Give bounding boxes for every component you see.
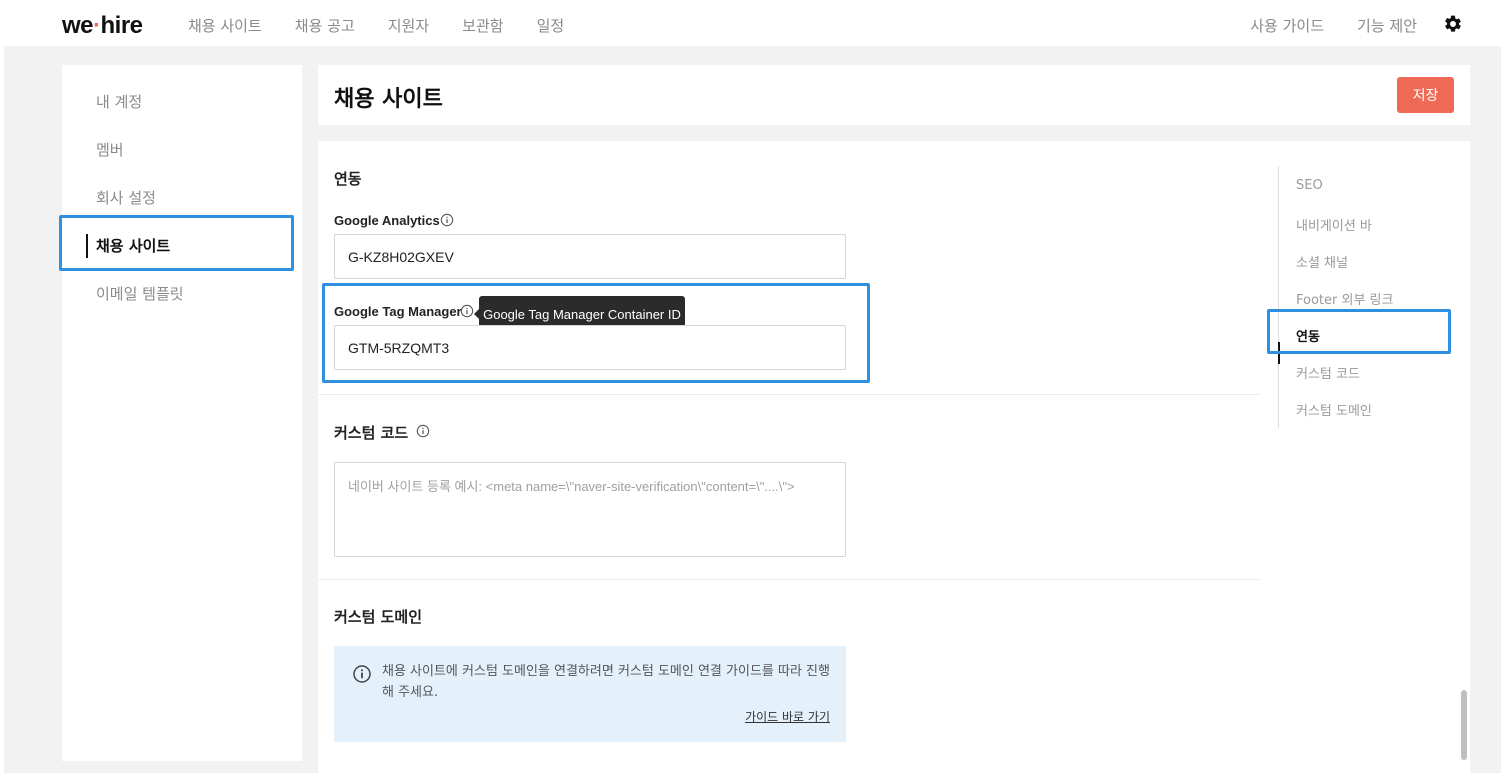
nav-right: 사용 가이드 기능 제안 bbox=[1250, 15, 1417, 36]
section-divider bbox=[318, 579, 1260, 580]
toc-item-custom-domain[interactable]: 커스텀 도메인 bbox=[1296, 400, 1372, 419]
nav-schedule[interactable]: 일정 bbox=[537, 15, 565, 36]
section-toc: SEO 내비게이션 바 소셜 채널 Footer 외부 링크 연동 커스텀 코드… bbox=[1278, 166, 1458, 428]
logo[interactable]: we·hire bbox=[62, 12, 143, 40]
logo-dot: · bbox=[93, 12, 101, 39]
custom-domain-notice: 채용 사이트에 커스텀 도메인을 연결하려면 커스텀 도메인 연결 가이드를 따… bbox=[334, 646, 846, 742]
sidebar-active-indicator bbox=[86, 234, 88, 258]
nav-job-posts[interactable]: 채용 공고 bbox=[295, 15, 355, 36]
scrollbar-thumb[interactable] bbox=[1461, 690, 1467, 760]
page-header: 채용 사이트 저장 bbox=[318, 65, 1470, 125]
gtm-label: Google Tag Manager bbox=[334, 304, 462, 319]
nav-career-site[interactable]: 채용 사이트 bbox=[188, 15, 262, 36]
notice-text: 채용 사이트에 커스텀 도메인을 연결하려면 커스텀 도메인 연결 가이드를 따… bbox=[382, 664, 830, 700]
toc-item-custom-code[interactable]: 커스텀 코드 bbox=[1296, 363, 1360, 382]
ga-input[interactable]: G-KZ8H02GXEV bbox=[334, 234, 846, 279]
settings-sidebar: 내 계정 멤버 회사 설정 채용 사이트 이메일 템플릿 bbox=[62, 65, 302, 761]
section-title-custom-domain: 커스텀 도메인 bbox=[334, 608, 423, 626]
sidebar-item-email-templates[interactable]: 이메일 템플릿 bbox=[96, 283, 184, 304]
sidebar-item-company-settings[interactable]: 회사 설정 bbox=[96, 187, 156, 208]
sidebar-item-career-site[interactable]: 채용 사이트 bbox=[96, 235, 170, 256]
gtm-input[interactable]: GTM-5RZQMT3 bbox=[334, 325, 846, 370]
info-icon[interactable] bbox=[416, 424, 430, 438]
logo-hire: hire bbox=[100, 12, 144, 39]
toc-item-integration[interactable]: 연동 bbox=[1296, 326, 1320, 345]
page-title: 채용 사이트 bbox=[334, 87, 443, 112]
gear-icon[interactable] bbox=[1443, 14, 1463, 34]
guide-link[interactable]: 가이드 바로 가기 bbox=[745, 708, 830, 725]
section-title-custom-code: 커스텀 코드 bbox=[334, 424, 409, 442]
nav-applicants[interactable]: 지원자 bbox=[388, 15, 429, 36]
section-divider bbox=[318, 394, 1260, 395]
toc-item-navigation-bar[interactable]: 내비게이션 바 bbox=[1296, 215, 1372, 234]
nav-user-guide[interactable]: 사용 가이드 bbox=[1250, 15, 1324, 36]
top-nav: we·hire 채용 사이트 채용 공고 지원자 보관함 일정 사용 가이드 기… bbox=[4, 4, 1501, 46]
save-button[interactable]: 저장 bbox=[1397, 77, 1454, 113]
nav-feature-request[interactable]: 기능 제안 bbox=[1357, 15, 1417, 36]
settings-content: 연동 Google Analytics G-KZ8H02GXEV Google … bbox=[318, 141, 1470, 773]
main-nav: 채용 사이트 채용 공고 지원자 보관함 일정 bbox=[188, 15, 564, 36]
toc-item-social-channels[interactable]: 소셜 채널 bbox=[1296, 252, 1348, 271]
info-icon[interactable] bbox=[440, 213, 454, 227]
section-title-integration: 연동 bbox=[334, 170, 362, 188]
toc-item-seo[interactable]: SEO bbox=[1296, 178, 1323, 193]
info-icon bbox=[352, 664, 372, 684]
toc-item-footer-links[interactable]: Footer 외부 링크 bbox=[1296, 289, 1393, 308]
app-frame: we·hire 채용 사이트 채용 공고 지원자 보관함 일정 사용 가이드 기… bbox=[4, 4, 1501, 773]
ga-label: Google Analytics bbox=[334, 213, 440, 228]
sidebar-item-my-account[interactable]: 내 계정 bbox=[96, 91, 142, 112]
sidebar-item-members[interactable]: 멤버 bbox=[96, 139, 124, 160]
gear-icon-svg bbox=[1445, 15, 1461, 32]
info-icon[interactable] bbox=[460, 304, 474, 318]
nav-archive[interactable]: 보관함 bbox=[462, 15, 503, 36]
logo-we: we bbox=[62, 12, 94, 39]
toc-active-indicator bbox=[1278, 342, 1280, 364]
custom-code-textarea[interactable]: 네이버 사이트 등록 예시: <meta name=\"naver-site-v… bbox=[334, 462, 846, 557]
